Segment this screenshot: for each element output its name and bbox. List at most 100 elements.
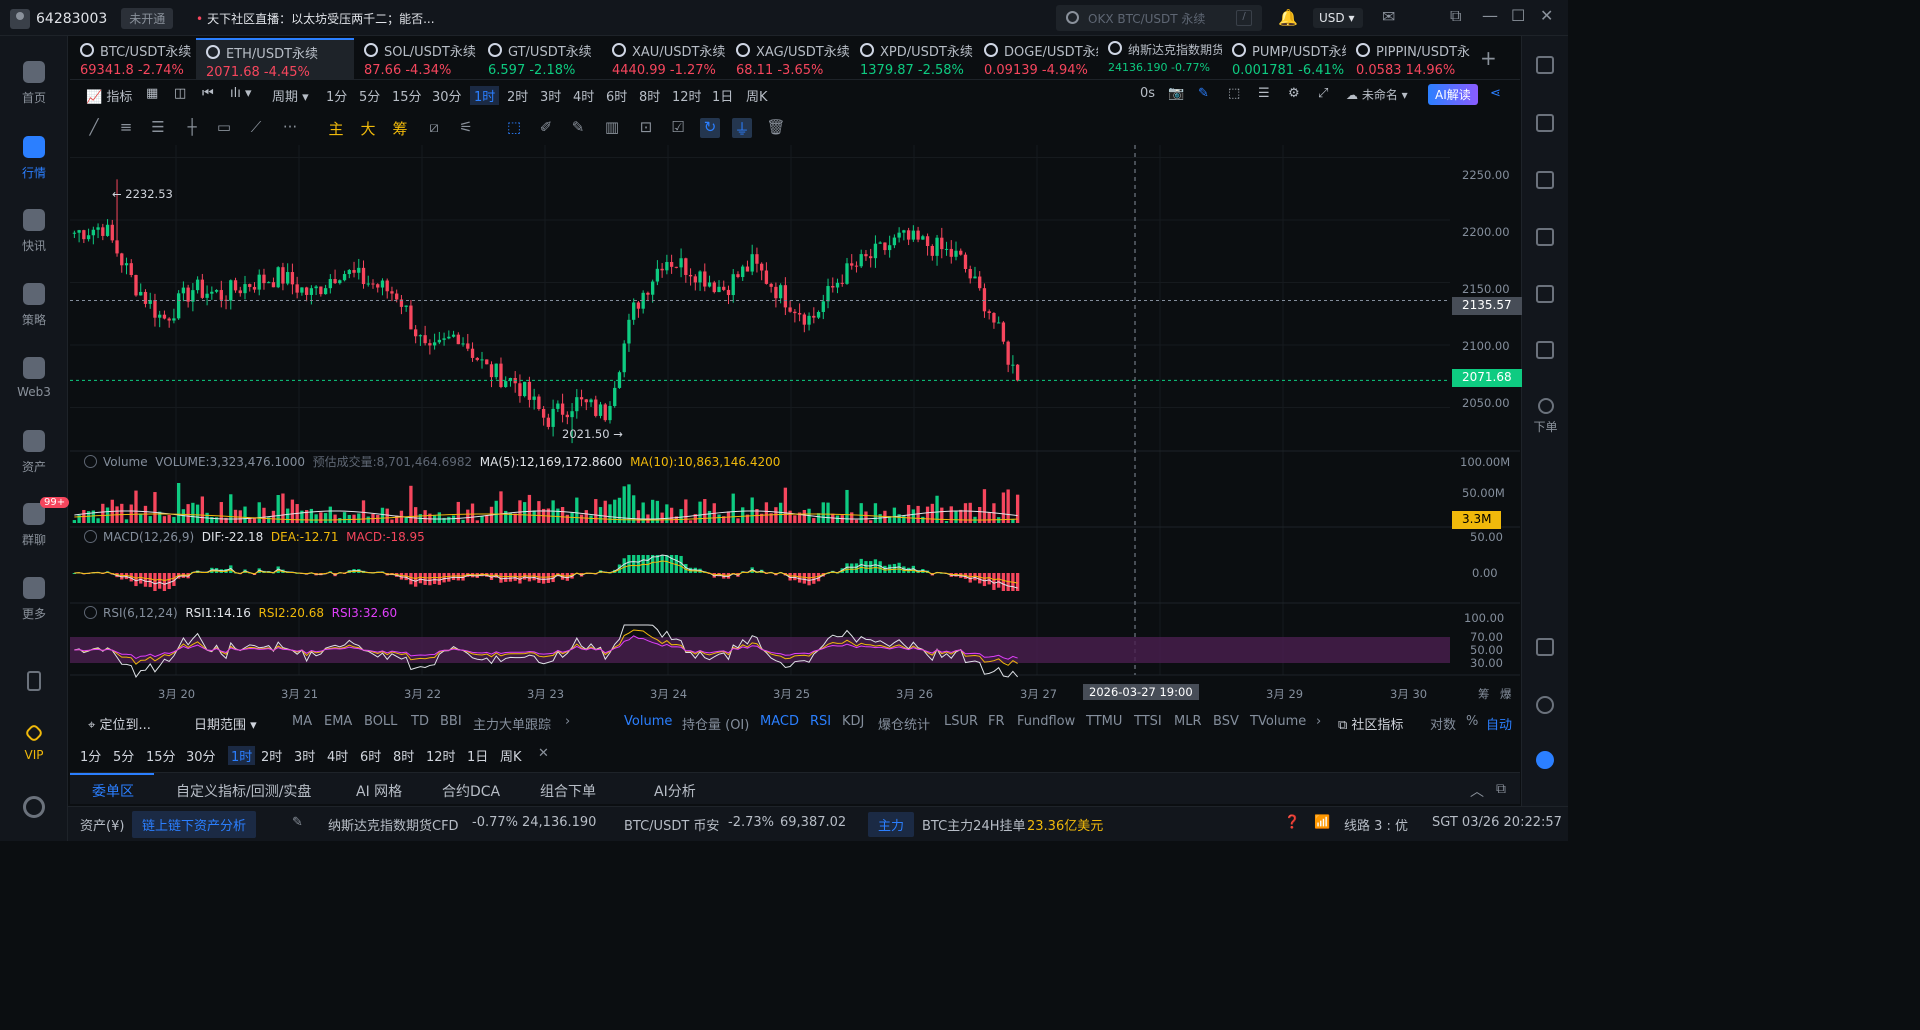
- search-input[interactable]: OKX BTC/USDT 永续 /: [1056, 5, 1262, 31]
- list-icon[interactable]: ☰: [1258, 86, 1270, 101]
- frame-icon[interactable]: ⬚: [1228, 86, 1240, 101]
- tf-8h[interactable]: 8时: [393, 746, 414, 765]
- card-icon[interactable]: [1536, 341, 1554, 359]
- tf-5m[interactable]: 5分: [113, 746, 134, 765]
- btc-name[interactable]: BTC/USDT 币安: [624, 815, 719, 834]
- chart-area[interactable]: 2250.00 2200.00 2150.00 2100.00 2050.00 …: [70, 145, 1522, 705]
- user-info[interactable]: 64283003 未开通: [10, 8, 174, 29]
- tf-1h[interactable]: 1时: [228, 746, 256, 765]
- bell-icon[interactable]: 🔔: [1278, 8, 1298, 27]
- edit-icon[interactable]: ☑: [668, 118, 688, 138]
- account-status-badge[interactable]: 未开通: [121, 8, 174, 29]
- percent-scale-toggle[interactable]: %: [1466, 714, 1478, 729]
- indicator-button[interactable]: 📈 指标: [86, 86, 132, 105]
- sync-icon[interactable]: ↻: [700, 118, 720, 138]
- calendar-icon[interactable]: ▦: [146, 86, 158, 101]
- hline-tool-icon[interactable]: ≡: [116, 118, 136, 138]
- main-ind-ema[interactable]: EMA: [324, 714, 352, 729]
- sub-ind-mlr[interactable]: MLR: [1174, 714, 1202, 729]
- sub-ind-bsv[interactable]: BSV: [1213, 714, 1239, 729]
- parallel-tool-icon[interactable]: ☰: [148, 118, 168, 138]
- chip-corner-label[interactable]: 筹: [1478, 686, 1490, 702]
- dollar-icon[interactable]: [1536, 171, 1554, 189]
- mail-icon[interactable]: ✉: [1382, 7, 1395, 26]
- delete-icon[interactable]: 🗑: [766, 118, 786, 138]
- nav-strategy[interactable]: 策略: [0, 283, 68, 328]
- tab-combo-order[interactable]: 组合下单: [540, 781, 596, 801]
- tf-2h[interactable]: 2时: [261, 746, 282, 765]
- interval-1h[interactable]: 1时: [470, 86, 500, 105]
- interval-5m[interactable]: 5分: [359, 86, 380, 105]
- tab-ai-analysis[interactable]: AI分析: [654, 781, 696, 801]
- ai-analysis-button[interactable]: AI解读: [1428, 84, 1478, 105]
- window-pin-icon[interactable]: ⧉: [1450, 6, 1461, 26]
- news-ticker[interactable]: • 天下社区直播：以太坊受压两千二；能否...: [196, 10, 435, 27]
- candle-type-icon[interactable]: ılı ▾: [230, 86, 252, 101]
- chip-icon[interactable]: 筹: [390, 118, 410, 138]
- interval-30m[interactable]: 30分: [432, 86, 462, 105]
- sub-ind-volume[interactable]: Volume: [624, 714, 672, 729]
- horizontal-ray-tool-icon[interactable]: ┼: [182, 118, 202, 138]
- visibility-eye-icon[interactable]: [84, 606, 97, 619]
- symbol-tab[interactable]: XAU/USDT永续 4440.99 -1.27%: [602, 38, 726, 80]
- sub-ind-lsur[interactable]: LSUR: [944, 714, 978, 729]
- tf-1m[interactable]: 1分: [80, 746, 101, 765]
- tf-3h[interactable]: 3时: [294, 746, 315, 765]
- big-order-icon[interactable]: 大: [358, 118, 378, 138]
- select-icon[interactable]: ⬚: [504, 118, 524, 138]
- interval-4h[interactable]: 4时: [573, 86, 594, 105]
- symbol-tab[interactable]: XAG/USDT永续 68.11 -3.65%: [726, 38, 850, 80]
- chart-svg[interactable]: [70, 145, 1520, 705]
- layout-name-select[interactable]: ☁ 未命名 ▾: [1346, 86, 1408, 103]
- interval-1d[interactable]: 1日: [712, 86, 733, 105]
- tf-15m[interactable]: 15分: [146, 746, 176, 765]
- nav-market[interactable]: 行情: [0, 136, 68, 181]
- nav-mobile[interactable]: [0, 671, 68, 697]
- asset-analysis-button[interactable]: 链上链下资产分析: [132, 811, 257, 838]
- more-tools-icon[interactable]: ···: [280, 118, 300, 138]
- currency-select[interactable]: USD ▾: [1313, 8, 1363, 28]
- tf-30m[interactable]: 30分: [186, 746, 216, 765]
- edit-icon[interactable]: ✎: [292, 815, 303, 830]
- sub-ind-ttmu[interactable]: TTMU: [1086, 714, 1122, 729]
- main-ind-bbi[interactable]: BBI: [440, 714, 462, 729]
- sub-ind-oi[interactable]: 持仓量 (OI): [682, 714, 749, 733]
- main-ind-boll[interactable]: BOLL: [364, 714, 397, 729]
- main-ind-bigorder[interactable]: 主力大单跟踪: [473, 714, 551, 733]
- stats-icon[interactable]: [1536, 285, 1554, 303]
- sub-ind-macd[interactable]: MACD: [760, 714, 799, 729]
- auto-scale-toggle[interactable]: 自动: [1486, 714, 1512, 733]
- sub-ind-kdj[interactable]: KDJ: [842, 714, 864, 729]
- tf-1w[interactable]: 周K: [500, 746, 522, 765]
- collapse-up-icon[interactable]: ︿: [1470, 781, 1484, 801]
- brush-icon[interactable]: ✐: [536, 118, 556, 138]
- orderbook-icon[interactable]: [1536, 114, 1554, 132]
- tf-1d[interactable]: 1日: [467, 746, 488, 765]
- community-indicator-button[interactable]: ⧉ 社区指标: [1338, 714, 1403, 733]
- close-icon[interactable]: ✕: [1540, 6, 1553, 25]
- watchlist-icon[interactable]: [1536, 56, 1554, 74]
- interval-15m[interactable]: 15分: [392, 86, 422, 105]
- chevron-right-icon[interactable]: ›: [565, 714, 570, 729]
- interval-1m[interactable]: 1分: [326, 86, 347, 105]
- sub-ind-tvolume[interactable]: TVolume: [1250, 714, 1306, 729]
- nasdaq-name[interactable]: 纳斯达克指数期货CFD: [328, 815, 459, 834]
- trendline-tool-icon[interactable]: ╱: [84, 118, 104, 138]
- assistant-robot-icon[interactable]: [1536, 751, 1554, 769]
- symbol-tab[interactable]: 纳斯达克指数期货CFD24136.190 -0.77%: [1098, 38, 1222, 80]
- ray-tool-icon[interactable]: ⟋: [246, 118, 266, 138]
- tf-4h[interactable]: 4时: [327, 746, 348, 765]
- lock-icon[interactable]: ⊡: [636, 118, 656, 138]
- tab-contract-dca[interactable]: 合约DCA: [442, 781, 500, 801]
- symbol-tab[interactable]: PUMP/USDT永续 0.001781 -6.41%: [1222, 38, 1346, 80]
- nav-web3[interactable]: Web3: [0, 357, 68, 399]
- symbol-tab[interactable]: XPD/USDT永续 1379.87 -2.58%: [850, 38, 974, 80]
- minimize-icon[interactable]: —: [1482, 6, 1498, 25]
- sub-ind-ttsi[interactable]: TTSI: [1134, 714, 1162, 729]
- nav-settings[interactable]: [0, 796, 68, 824]
- period-select[interactable]: 周期 ▾: [272, 86, 309, 105]
- locate-button[interactable]: ⌖ 定位到...: [88, 714, 151, 733]
- order-entry[interactable]: 下单: [1522, 398, 1569, 435]
- fullscreen-icon[interactable]: ⤢: [1318, 86, 1328, 101]
- filter-icon[interactable]: ⏚: [732, 118, 752, 138]
